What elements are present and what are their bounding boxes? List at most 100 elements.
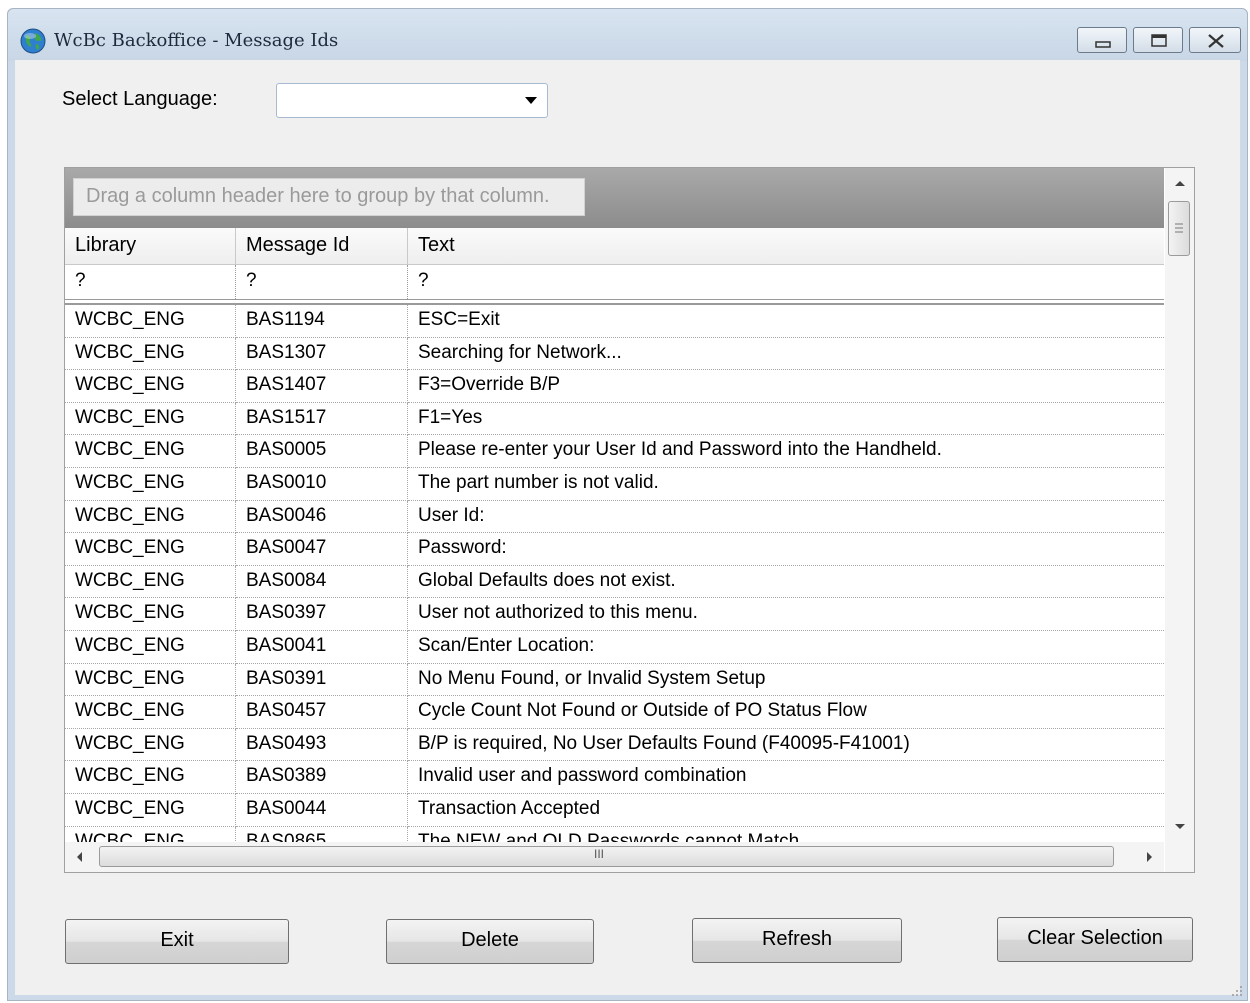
cell-text[interactable]: Scan/Enter Location: bbox=[408, 631, 1164, 664]
cell-message-id[interactable]: BAS0389 bbox=[236, 761, 408, 794]
cell-text[interactable]: User Id: bbox=[408, 501, 1164, 534]
cell-message-id[interactable]: BAS0005 bbox=[236, 435, 408, 468]
filter-message-id[interactable]: ? bbox=[236, 265, 408, 299]
cell-message-id[interactable]: BAS0041 bbox=[236, 631, 408, 664]
minimize-icon bbox=[1095, 41, 1111, 48]
cell-text[interactable]: User not authorized to this menu. bbox=[408, 598, 1164, 631]
table-row[interactable]: WCBC_ENG BAS0391 No Menu Found, or Invalid… bbox=[65, 663, 1164, 697]
table-row[interactable]: WCBC_ENG BAS0457 Cycle Count Not Found or … bbox=[65, 696, 1164, 729]
cell-text[interactable]: F3=Override B/P bbox=[408, 370, 1164, 403]
horizontal-scrollbar[interactable]: III bbox=[65, 842, 1164, 872]
cell-library[interactable]: WCBC_ENG bbox=[65, 370, 236, 403]
exit-button[interactable]: Exit bbox=[65, 919, 289, 964]
delete-button[interactable]: Delete bbox=[386, 919, 594, 964]
globe-icon bbox=[20, 28, 46, 54]
column-header-message-id[interactable]: Message Id bbox=[236, 228, 408, 265]
cell-library[interactable]: WCBC_ENG bbox=[65, 663, 236, 697]
maximize-button[interactable] bbox=[1133, 27, 1183, 53]
cell-message-id[interactable]: BAS0044 bbox=[236, 794, 408, 827]
cell-library[interactable]: WCBC_ENG bbox=[65, 305, 236, 338]
grip-label: III bbox=[594, 847, 605, 861]
cell-library[interactable]: WCBC_ENG bbox=[65, 794, 236, 827]
group-by-hint: Drag a column header here to group by th… bbox=[73, 178, 585, 216]
cell-library[interactable]: WCBC_ENG bbox=[65, 631, 236, 664]
cell-text[interactable]: Password: bbox=[408, 533, 1164, 566]
language-label: Select Language: bbox=[62, 88, 218, 110]
grip-icon bbox=[1175, 223, 1183, 233]
cell-message-id[interactable]: BAS0010 bbox=[236, 468, 408, 501]
cell-message-id[interactable]: BAS0046 bbox=[236, 500, 408, 534]
table-row[interactable]: WCBC_ENG BAS0865 The NEW and OLD Passwords… bbox=[65, 826, 1164, 843]
column-header-library[interactable]: Library bbox=[65, 228, 236, 265]
cell-text[interactable]: Searching for Network... bbox=[408, 338, 1164, 371]
cell-text[interactable]: Transaction Accepted bbox=[408, 794, 1164, 827]
table-row[interactable]: WCBC_ENG BAS1307 Searching for Network... bbox=[65, 337, 1164, 371]
table-row[interactable]: WCBC_ENG BAS0046 User Id: bbox=[65, 500, 1164, 534]
horizontal-scroll-thumb[interactable]: III bbox=[99, 846, 1114, 867]
cell-message-id[interactable]: BAS0457 bbox=[236, 696, 408, 729]
cell-text[interactable]: Global Defaults does not exist. bbox=[408, 566, 1164, 599]
vertical-scrollbar[interactable] bbox=[1165, 168, 1195, 872]
table-row[interactable]: WCBC_ENG BAS0044 Transaction Accepted bbox=[65, 794, 1164, 827]
cell-library[interactable]: WCBC_ENG bbox=[65, 402, 236, 436]
close-button[interactable] bbox=[1189, 27, 1241, 53]
clear-selection-button[interactable]: Clear Selection bbox=[997, 917, 1193, 962]
cell-library[interactable]: WCBC_ENG bbox=[65, 435, 236, 468]
cell-text[interactable]: Invalid user and password combination bbox=[408, 761, 1164, 794]
table-row[interactable]: WCBC_ENG BAS1407 F3=Override B/P bbox=[65, 370, 1164, 403]
cell-message-id[interactable]: BAS0047 bbox=[236, 533, 408, 566]
cell-library[interactable]: WCBC_ENG bbox=[65, 761, 236, 794]
column-header-text[interactable]: Text bbox=[408, 228, 1164, 265]
chevron-down-icon[interactable] bbox=[525, 97, 537, 104]
cell-message-id[interactable]: BAS0397 bbox=[236, 598, 408, 631]
filter-text[interactable]: ? bbox=[408, 265, 1164, 299]
close-icon bbox=[1208, 34, 1224, 48]
cell-library[interactable]: WCBC_ENG bbox=[65, 533, 236, 566]
cell-text[interactable]: F1=Yes bbox=[408, 403, 1164, 436]
cell-message-id[interactable]: BAS0493 bbox=[236, 728, 408, 762]
cell-library[interactable]: WCBC_ENG bbox=[65, 337, 236, 371]
group-by-panel[interactable]: Drag a column header here to group by th… bbox=[65, 168, 1164, 228]
cell-message-id[interactable]: BAS1517 bbox=[236, 402, 408, 436]
resize-grip-icon[interactable] bbox=[1230, 984, 1244, 998]
cell-message-id[interactable]: BAS1307 bbox=[236, 337, 408, 371]
refresh-button[interactable]: Refresh bbox=[692, 918, 902, 963]
scroll-up-icon[interactable] bbox=[1165, 168, 1195, 198]
scroll-down-icon[interactable] bbox=[1165, 812, 1195, 842]
table-row[interactable]: WCBC_ENG BAS0397 User not authorized to th… bbox=[65, 598, 1164, 631]
cell-library[interactable]: WCBC_ENG bbox=[65, 826, 236, 843]
cell-library[interactable]: WCBC_ENG bbox=[65, 728, 236, 762]
filter-library[interactable]: ? bbox=[65, 265, 236, 299]
cell-text[interactable]: Cycle Count Not Found or Outside of PO S… bbox=[408, 696, 1164, 729]
table-row[interactable]: WCBC_ENG BAS1194 ESC=Exit bbox=[65, 305, 1164, 338]
cell-text[interactable]: No Menu Found, or Invalid System Setup bbox=[408, 664, 1164, 697]
cell-text[interactable]: ESC=Exit bbox=[408, 305, 1164, 338]
table-row[interactable]: WCBC_ENG BAS0005 Please re-enter your User… bbox=[65, 435, 1164, 468]
cell-library[interactable]: WCBC_ENG bbox=[65, 468, 236, 501]
language-select[interactable] bbox=[276, 83, 548, 118]
cell-library[interactable]: WCBC_ENG bbox=[65, 565, 236, 599]
cell-message-id[interactable]: BAS0865 bbox=[236, 826, 408, 843]
scroll-right-icon[interactable] bbox=[1134, 842, 1164, 872]
table-row[interactable]: WCBC_ENG BAS0047 Password: bbox=[65, 533, 1164, 566]
cell-message-id[interactable]: BAS0084 bbox=[236, 565, 408, 599]
cell-library[interactable]: WCBC_ENG bbox=[65, 500, 236, 534]
scroll-left-icon[interactable] bbox=[65, 842, 95, 872]
cell-message-id[interactable]: BAS0391 bbox=[236, 663, 408, 697]
cell-library[interactable]: WCBC_ENG bbox=[65, 696, 236, 729]
cell-text[interactable]: Please re-enter your User Id and Passwor… bbox=[408, 435, 1164, 468]
table-row[interactable]: WCBC_ENG BAS0010 The part number is not va… bbox=[65, 468, 1164, 501]
cell-text[interactable]: The NEW and OLD Passwords cannot Match bbox=[408, 827, 1164, 843]
cell-text[interactable]: The part number is not valid. bbox=[408, 468, 1164, 501]
table-row[interactable]: WCBC_ENG BAS1517 F1=Yes bbox=[65, 402, 1164, 436]
minimize-button[interactable] bbox=[1077, 27, 1127, 53]
vertical-scroll-thumb[interactable] bbox=[1168, 201, 1190, 256]
cell-message-id[interactable]: BAS1194 bbox=[236, 305, 408, 338]
table-row[interactable]: WCBC_ENG BAS0041 Scan/Enter Location: bbox=[65, 631, 1164, 664]
cell-message-id[interactable]: BAS1407 bbox=[236, 370, 408, 403]
cell-text[interactable]: B/P is required, No User Defaults Found … bbox=[408, 729, 1164, 762]
cell-library[interactable]: WCBC_ENG bbox=[65, 598, 236, 631]
table-row[interactable]: WCBC_ENG BAS0389 Invalid user and password… bbox=[65, 761, 1164, 794]
table-row[interactable]: WCBC_ENG BAS0084 Global Defaults does not … bbox=[65, 565, 1164, 599]
table-row[interactable]: WCBC_ENG BAS0493 B/P is required, No User … bbox=[65, 728, 1164, 762]
